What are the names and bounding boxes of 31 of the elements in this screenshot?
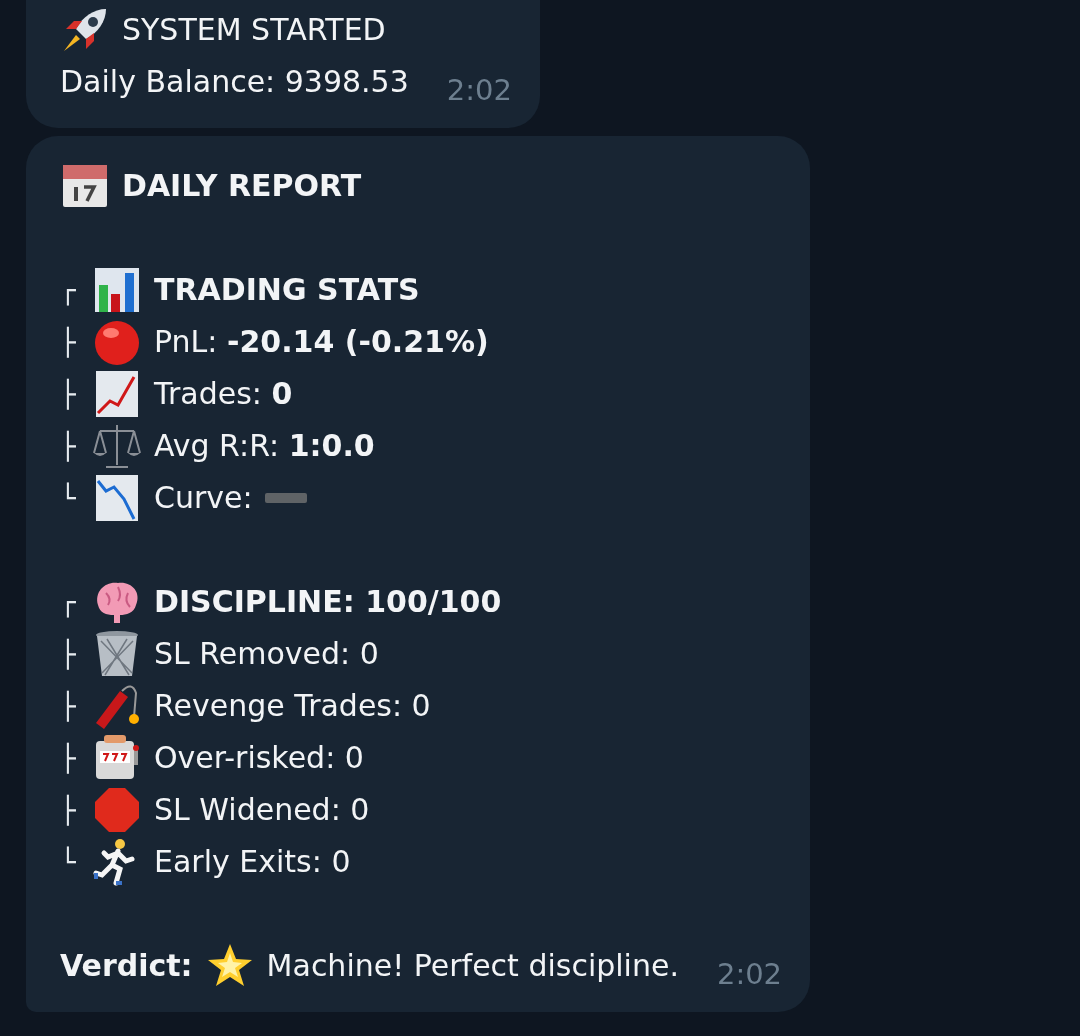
stat-text: Early Exits: 0 [154,843,351,881]
message-text: Daily Balance: 9398.53 [60,63,409,101]
stat-text: Trades: 0 [154,375,293,413]
message-time: 2:02 [446,72,512,109]
section-heading: TRADING STATS [154,271,420,309]
tree-branch: ├ [60,325,77,360]
tree-branch: ├ [60,741,77,776]
message-title: DAILY REPORT [122,167,362,205]
stat-text: Curve: [154,479,253,517]
stat-text: Revenge Trades: 0 [154,687,431,725]
tree-branch: ┌ [60,586,77,620]
tree-branch: └ [60,481,77,515]
tree-branch: ├ [60,793,77,828]
stat-text: Over-risked: 0 [154,739,364,777]
verdict-text: Machine! Perfect discipline. [266,947,679,985]
bar-chart-icon [92,265,142,315]
tree-branch: ├ [60,377,77,412]
verdict-label: Verdict: [60,947,193,985]
tree-branch: ├ [60,637,77,672]
stop-sign-icon [92,785,142,835]
message-title: SYSTEM STARTED [122,11,386,49]
stat-text: PnL: -20.14 (-0.21%) [154,323,489,361]
section-heading: DISCIPLINE: 100/100 [154,583,502,621]
stat-text: SL Widened: 0 [154,791,370,829]
tree-branch: ├ [60,689,77,724]
stat-text: SL Removed: 0 [154,635,379,673]
tree-branch: ├ [60,429,77,464]
message-time: 2:02 [716,956,783,993]
tree-branch: └ [60,845,77,879]
stat-text: Avg R:R: 1:0.0 [154,427,375,465]
tree-branch: ┌ [60,274,77,308]
